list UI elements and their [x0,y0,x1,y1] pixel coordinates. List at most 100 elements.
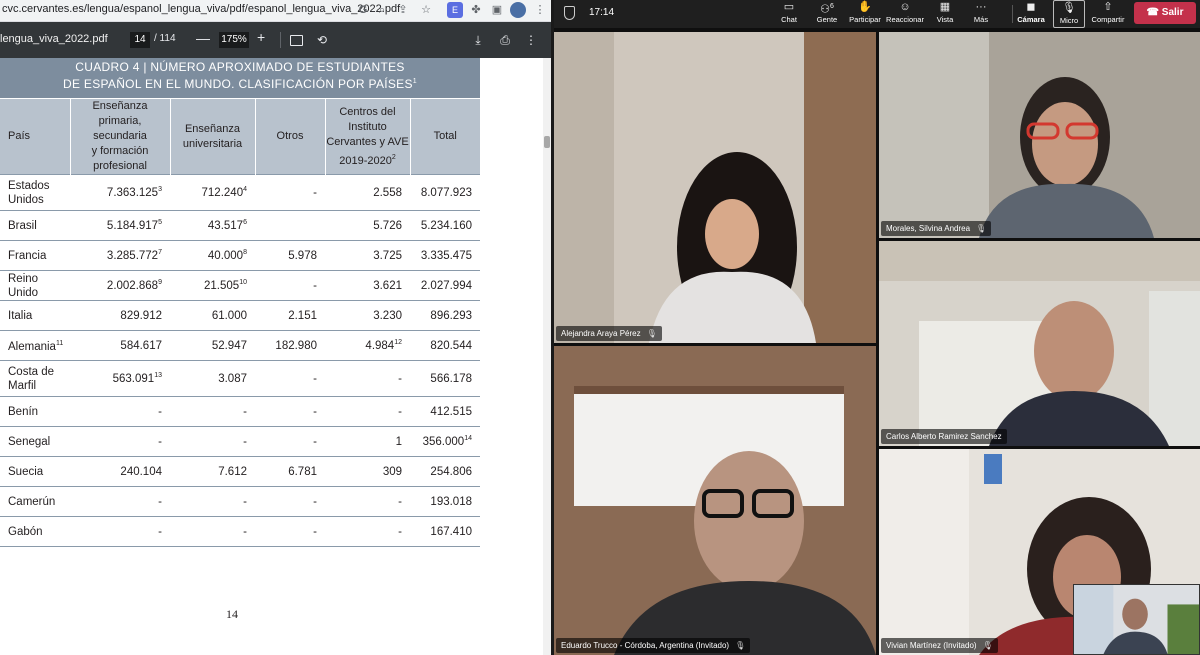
view-button[interactable]: ▦ Vista [932,0,958,28]
leave-button[interactable]: ☎ Salir [1134,2,1196,24]
cell-country: Alemania11 [0,330,70,361]
cell-country: Estados Unidos [0,174,70,211]
cell-primaria: - [70,396,170,427]
zoom-icon[interactable]: ⌕ [374,2,390,18]
cell-primaria: 240.104 [70,456,170,487]
cell-country: Benín [0,396,70,427]
table-header-row: País Enseñanza primaria, secundaria y form… [0,99,480,175]
table-row: Gabón - - - -167.410 [0,516,480,547]
cell-primaria: 584.617 [70,330,170,361]
sidebar-icon[interactable]: ▣ [489,2,505,18]
cell-universitaria: 21.50510 [170,270,255,301]
more-button[interactable]: ··· Más [968,0,994,28]
cell-otros: - [255,396,325,427]
share-icon: ⇧ [1103,1,1113,13]
cell-total: 8.077.923 [410,174,480,211]
self-video-feed [1074,585,1199,654]
cell-otros: 6.781 [255,456,325,487]
video-feed [879,241,1200,446]
mic-off-icon: 🎙 [735,641,746,650]
header-centros: Centros del Instituto Cervantes y AVE 2019-… [324,99,410,175]
hand-icon: ✋ [858,1,872,13]
zoom-input[interactable]: 175% [219,32,249,48]
cell-universitaria: - [170,396,255,427]
cell-country: Camerún [0,486,70,517]
chat-button[interactable]: ▭ Chat [776,0,802,28]
google-icon[interactable]: G [355,2,371,18]
table-row: Costa de Marfil 563.09113 3.087- -566.178 [0,360,480,397]
cell-primaria: 563.09113 [70,360,170,397]
participant-tile[interactable]: Morales, Silvina Andrea 🎙 [879,32,1200,238]
menu-icon[interactable]: ⋮ [532,2,548,18]
cell-total: 2.027.994 [410,270,480,301]
camera-button[interactable]: ◼ Cámara [1016,0,1046,28]
react-icon: ☺ [899,1,911,13]
table-row: Reino Unido 2.002.8689 21.50510-3.621 2.027… [0,270,480,301]
puzzle-icon[interactable]: ✤ [468,2,484,18]
address-bar[interactable]: cvc.cervantes.es/lengua/espanol_lengua_v… [0,0,551,22]
cell-universitaria: 7.612 [170,456,255,487]
download-icon[interactable]: ⤓ [470,31,486,49]
toolbar-divider [280,32,281,48]
header-universitaria: Enseñanza universitaria [169,99,255,175]
table-row: Benín - - - -412.515 [0,396,480,427]
rotate-icon[interactable]: ⟲ [314,31,330,49]
participant-tile[interactable]: Eduardo Trucco - Córdoba, Argentina (Inv… [554,346,876,655]
cell-total: 5.234.160 [410,210,480,241]
cell-centros: 2.558 [325,174,410,211]
participant-tile-active[interactable]: Carlos Alberto Ramirez Sanchez [879,241,1200,446]
video-feed [879,32,1200,238]
cell-primaria: 3.285.7727 [70,240,170,271]
cell-country: Senegal [0,426,70,457]
scrollbar-thumb[interactable] [544,136,550,148]
star-icon[interactable]: ☆ [418,2,434,18]
cell-primaria: 7.363.1253 [70,174,170,211]
cell-centros: - [325,360,410,397]
cell-otros: - [255,360,325,397]
zoom-in-button[interactable]: + [257,29,265,45]
cell-centros: - [325,396,410,427]
participant-name-label: Vivian Martínez (Invitado) 🎙 [881,638,998,653]
cell-centros: - [325,486,410,517]
print-icon[interactable]: ⎙ [497,31,513,49]
participant-tile[interactable]: Alejandra Araya Pérez 🎙 [554,32,876,343]
table-row: Senegal - - -1 356.00014 [0,426,480,457]
react-button[interactable]: ☺ Reaccionar [885,0,925,28]
url-text[interactable]: cvc.cervantes.es/lengua/espanol_lengua_v… [2,3,400,15]
shield-icon [564,6,575,20]
cell-total: 254.806 [410,456,480,487]
phone-icon: ☎ [1146,7,1159,18]
chat-icon: ▭ [783,1,795,13]
table-row: Alemania11 584.617 52.947 182.980 4.98412 820… [0,330,480,361]
scrollbar[interactable] [543,58,551,655]
page-number: 14 [226,607,238,621]
mic-button[interactable]: 🎙 Micro [1053,0,1085,28]
cell-universitaria: 3.087 [170,360,255,397]
cell-centros: 1 [325,426,410,457]
people-button[interactable]: ⚇6 Gente [812,0,842,28]
cell-primaria: - [70,486,170,517]
cell-primaria: 829.912 [70,300,170,331]
zoom-out-button[interactable]: — [196,30,210,46]
header-primaria: Enseñanza primaria, secundaria y formación… [69,99,170,175]
page-number-input[interactable]: 14 [130,32,150,48]
cell-primaria: 5.184.9175 [70,210,170,241]
camera-icon: ◼ [1026,1,1036,13]
table-row: Italia 829.912 61.000 2.151 3.230 896.293 [0,300,480,331]
self-view[interactable] [1073,584,1200,655]
video-feed [554,346,876,655]
pdf-toolbar: lengua_viva_2022.pdf 14 / 114 — 175% + ⟲… [0,22,551,58]
participant-name-label: Eduardo Trucco - Córdoba, Argentina (Inv… [556,638,751,653]
teams-meeting: 17:14 ▭ Chat ⚇6 Gente ✋ Participar ☺ Reaccio… [554,0,1200,655]
extension-icon[interactable]: E [447,2,463,18]
cell-centros: 5.726 [325,210,410,241]
cell-total: 896.293 [410,300,480,331]
share-button[interactable]: ⇧ Compartir [1088,0,1128,28]
cell-otros [255,210,325,241]
more-icon[interactable]: ⋮ [523,31,539,49]
participate-button[interactable]: ✋ Participar [848,0,882,28]
browser-window: cvc.cervantes.es/lengua/espanol_lengua_v… [0,0,551,655]
fit-page-icon[interactable] [290,35,303,46]
avatar-icon[interactable] [510,2,526,18]
share-icon[interactable]: ⇪ [395,2,411,18]
